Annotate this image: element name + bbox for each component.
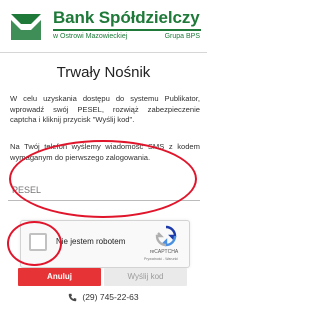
pesel-highlight-annotation (9, 140, 197, 218)
recaptcha-label: Nie jestem robotem (56, 237, 126, 246)
bank-location: w Ostrowi Mazowieckiej (53, 33, 128, 40)
recaptcha-links[interactable]: Prywatność - Warunki (137, 257, 185, 261)
bank-name: Bank Spółdzielczy (53, 8, 200, 27)
contact-phone: (29) 745-22-63 (0, 290, 207, 304)
bank-group: Grupa BPS (164, 33, 200, 40)
bank-logo-icon (11, 14, 41, 40)
checkbox-highlight-annotation (7, 221, 62, 266)
recaptcha-logo-icon (155, 225, 177, 247)
instructions-text: W celu uzyskania dostępu do systemu Publ… (10, 94, 200, 124)
page-title: Trwały Nośnik (56, 64, 151, 81)
brand-divider (53, 29, 201, 31)
send-code-button[interactable]: Wyślij kod (104, 268, 187, 286)
phone-icon (69, 293, 77, 301)
phone-number[interactable]: (29) 745-22-63 (82, 292, 138, 302)
bank-header: Bank Spółdzielczy w Ostrowi Mazowieckiej… (0, 0, 207, 53)
recaptcha-brand: reCAPTCHA (149, 249, 179, 255)
cancel-button[interactable]: Anuluj (18, 268, 101, 286)
